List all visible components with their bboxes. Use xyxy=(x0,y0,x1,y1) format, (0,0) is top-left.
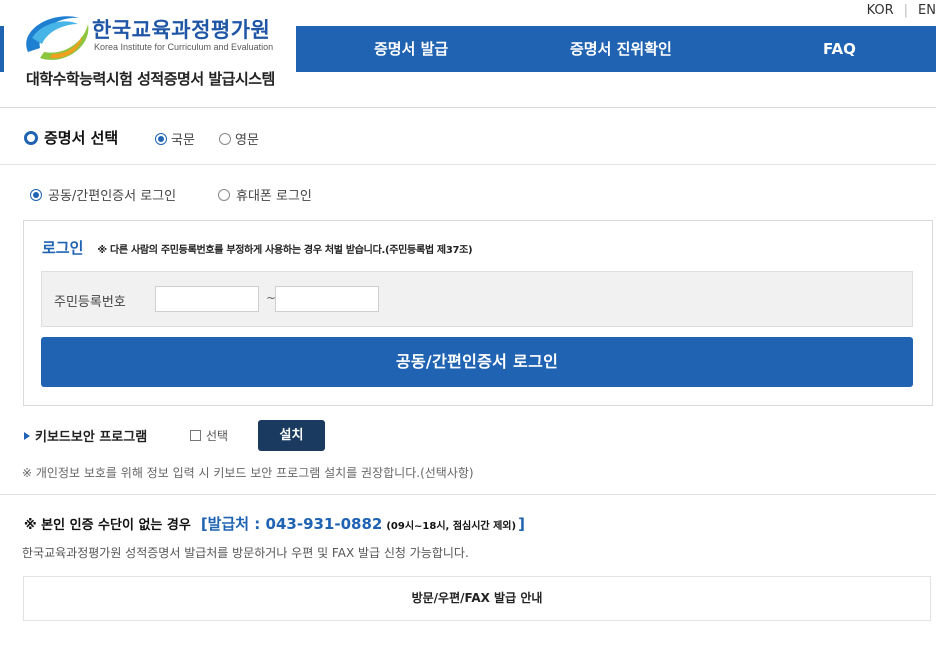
login-warning-notice: ※ 다른 사람의 주민등록번호를 부정하게 사용하는 경우 처벌 받습니다.(주… xyxy=(97,245,473,256)
radio-unselected-icon xyxy=(218,188,230,201)
resident-number-first-input[interactable] xyxy=(155,286,259,312)
login-title: 로그인 xyxy=(42,239,84,257)
radio-korean-label: 국문 xyxy=(171,133,195,148)
keyboard-security-note: ※ 개인정보 보호를 위해 정보 입력 시 키보드 보안 프로그램 설치를 권장… xyxy=(22,466,474,480)
radio-english[interactable]: 영문 xyxy=(219,129,259,148)
certificate-title-text: 증명서 선택 xyxy=(44,129,119,147)
system-name: 대학수학능력시험 성적증명서 발급시스템 xyxy=(26,70,275,88)
radio-english-label: 영문 xyxy=(235,133,259,148)
login-header: 로그인 ※ 다른 사람의 주민등록번호를 부정하게 사용하는 경우 처벌 받습니… xyxy=(42,237,473,258)
radio-certificate-login[interactable]: 공동/간편인증서 로그인 xyxy=(30,185,176,204)
site-header: KOR | EN 한국교육과정평가원 Korea Institute for C… xyxy=(0,0,936,108)
resident-number-second-input[interactable] xyxy=(275,286,379,312)
main-nav: 증명서 발급 증명서 진위확인 FAQ xyxy=(296,26,936,72)
issuing-office-phone: [발급처 : 043-931-0882 xyxy=(200,515,383,533)
checkbox-icon xyxy=(190,430,201,441)
certificate-select-section: 증명서 선택 국문 영문 xyxy=(0,108,936,165)
language-switch: KOR | EN xyxy=(867,0,936,20)
login-box: 로그인 ※ 다른 사람의 주민등록번호를 부정하게 사용하는 경우 처벌 받습니… xyxy=(23,220,933,406)
keyboard-security-row: 키보드보안 프로그램 선택 설치 xyxy=(24,420,624,451)
radio-phone-login[interactable]: 휴대폰 로그인 xyxy=(218,185,312,204)
radio-unselected-icon xyxy=(219,132,231,145)
certificate-select-title: 증명서 선택 xyxy=(24,127,118,148)
resident-number-label: 주민등록번호 xyxy=(54,295,126,310)
logo-mark-icon xyxy=(26,16,89,60)
lang-separator: | xyxy=(903,2,909,18)
org-name-en: Korea Institute for Curriculum and Evalu… xyxy=(94,42,274,52)
keyboard-security-title-text: 키보드보안 프로그램 xyxy=(35,430,148,445)
lang-kor-link[interactable]: KOR xyxy=(867,3,894,18)
no-auth-description: 한국교육과정평가원 성적증명서 발급처를 방문하거나 우편 및 FAX 발급 신… xyxy=(22,546,469,560)
issuing-office-bracket: ] xyxy=(518,515,525,533)
visit-mail-fax-guide-button[interactable]: 방문/우편/FAX 발급 안내 xyxy=(23,576,931,621)
resident-number-row: 주민등록번호 ~ xyxy=(41,271,913,327)
certificate-login-button[interactable]: 공동/간편인증서 로그인 xyxy=(41,337,913,387)
lang-en-link[interactable]: EN xyxy=(918,3,936,18)
no-auth-title: ※ 본인 인증 수단이 없는 경우 xyxy=(24,518,191,533)
ring-bullet-icon xyxy=(24,130,38,145)
radio-certificate-login-label: 공동/간편인증서 로그인 xyxy=(48,189,177,204)
keyboard-security-checkbox[interactable]: 선택 xyxy=(190,427,228,444)
nav-left-edge xyxy=(0,26,4,72)
keyboard-security-checkbox-label: 선택 xyxy=(206,429,229,443)
no-auth-heading: ※ 본인 인증 수단이 없는 경우 [발급처 : 043-931-0882 (0… xyxy=(24,513,525,534)
nav-item-issue[interactable]: 증명서 발급 xyxy=(374,26,448,72)
nav-item-faq[interactable]: FAQ xyxy=(823,26,856,72)
org-name-ko: 한국교육과정평가원 xyxy=(92,18,271,42)
install-button[interactable]: 설치 xyxy=(258,420,325,451)
radio-phone-login-label: 휴대폰 로그인 xyxy=(236,189,312,204)
radio-selected-icon xyxy=(155,132,167,145)
org-logo[interactable]: 한국교육과정평가원 Korea Institute for Curriculum… xyxy=(22,8,292,66)
radio-korean[interactable]: 국문 xyxy=(155,129,195,148)
nav-item-verify[interactable]: 증명서 진위확인 xyxy=(570,26,672,72)
radio-selected-icon xyxy=(30,188,42,201)
keyboard-security-title: 키보드보안 프로그램 xyxy=(24,426,147,445)
section-divider xyxy=(0,494,936,495)
triangle-bullet-icon xyxy=(24,431,30,440)
issuing-office-hours: (09시~18시, 점심시간 제외) xyxy=(386,521,517,532)
